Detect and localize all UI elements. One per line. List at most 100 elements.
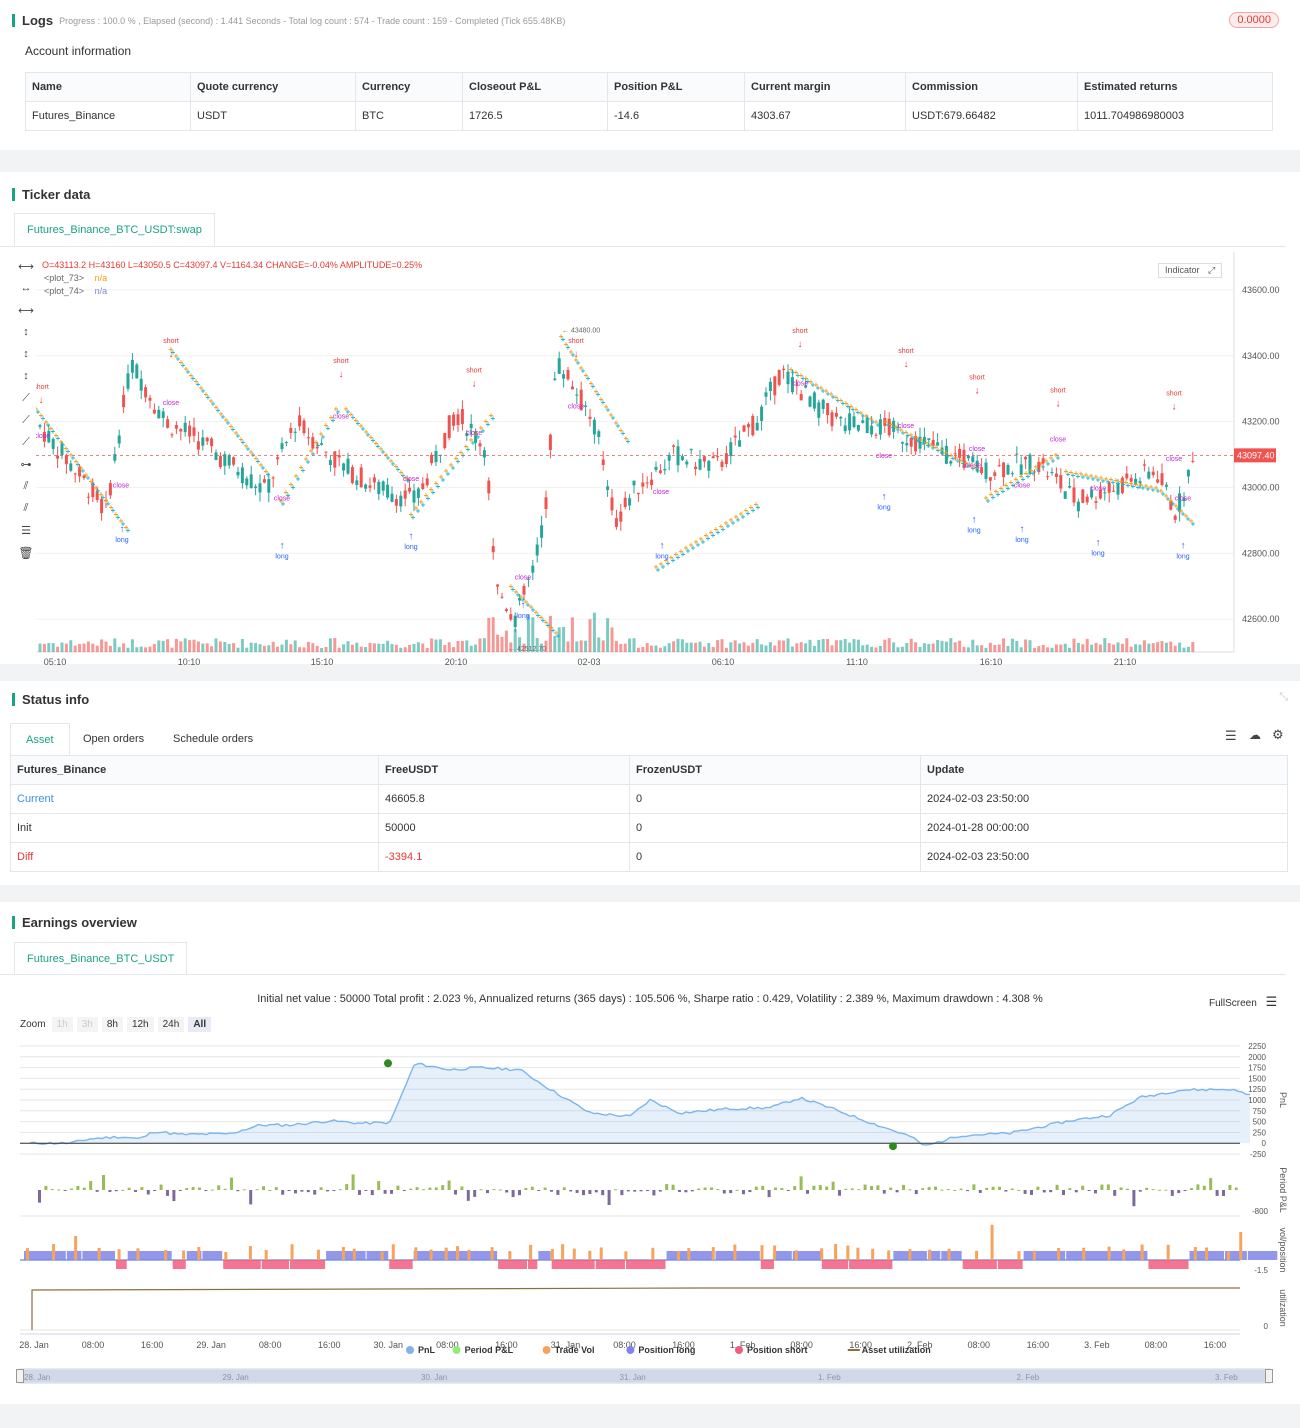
volume-bar: [1072, 638, 1076, 652]
candle-body: [1173, 515, 1177, 520]
period-pnl-bar: [242, 1189, 246, 1191]
candle-body: [223, 454, 227, 466]
trade-vol-bar: [550, 1248, 554, 1260]
gear-icon[interactable]: ⚙: [1272, 727, 1284, 743]
volume-bar: [808, 639, 812, 652]
trend-line-icon[interactable]: ⟷: [16, 304, 36, 326]
parallel-channel-icon[interactable]: ⫽: [16, 480, 36, 502]
indicator-button[interactable]: Indicator ⤢: [1158, 263, 1223, 278]
candle-body: [144, 387, 148, 398]
tab-asset[interactable]: Asset: [10, 723, 70, 756]
period-pnl-bar: [735, 1189, 739, 1191]
tab-earnings-symbol[interactable]: Futures_Binance_BTC_USDT: [14, 942, 188, 975]
candle-body: [782, 368, 786, 371]
volume-bar: [311, 643, 315, 652]
volume-bar: [760, 644, 764, 652]
line-tool-icon[interactable]: ⟋: [16, 392, 36, 414]
vertical-ray-icon[interactable]: ↕: [16, 348, 36, 370]
price-line-icon[interactable]: ⊶: [16, 458, 36, 480]
collapse-icon[interactable]: ⤡: [1279, 691, 1288, 704]
navigator-label: 3. Feb: [1215, 1373, 1238, 1382]
period-pnl-bar: [729, 1190, 733, 1194]
short-arrow-icon: ↓: [169, 349, 174, 360]
period-pnl-bar: [1042, 1190, 1046, 1193]
menu-icon[interactable]: ☰: [1266, 994, 1278, 1009]
zoom-1h[interactable]: 1h: [51, 1017, 73, 1032]
volume-bar: [390, 644, 394, 652]
period-pnl-bar: [857, 1189, 861, 1191]
time-tick-label: 16:10: [980, 657, 1003, 667]
period-pnl-bar: [428, 1187, 432, 1190]
pnl-tick-label: 500: [1253, 1118, 1267, 1127]
pnl-tick-label: 750: [1253, 1107, 1267, 1116]
fibonacci-icon[interactable]: ☰: [16, 524, 36, 546]
period-pnl-bar: [447, 1180, 451, 1190]
tab-schedule-orders[interactable]: Schedule orders: [161, 723, 265, 755]
ray-tool-icon[interactable]: ⟋: [16, 414, 36, 436]
period-pnl-bar: [626, 1190, 630, 1192]
time-tick-label: 16:00: [1204, 1340, 1227, 1350]
vertical-segment-icon[interactable]: ↕: [16, 370, 36, 392]
channel-icon[interactable]: ⫽: [16, 502, 36, 524]
candle-body: [601, 459, 605, 466]
period-pnl-bar: [1081, 1185, 1085, 1190]
volume-bar: [315, 645, 319, 652]
zoom-24h[interactable]: 24h: [157, 1017, 185, 1032]
volume-bar: [1120, 643, 1124, 652]
trash-icon[interactable]: 🗑: [16, 546, 36, 568]
candle-body: [729, 442, 733, 457]
candle-body: [993, 472, 997, 476]
volume-bar: [1068, 647, 1072, 652]
zoom-3h[interactable]: 3h: [76, 1017, 98, 1032]
candlestick-chart[interactable]: 43600.00 43400.00 43200.00 43000.00 42800.00…: [36, 252, 1300, 672]
period-pnl-bar: [1151, 1189, 1155, 1191]
tab-ticker-symbol[interactable]: Futures_Binance_BTC_USDT:swap: [14, 213, 215, 246]
time-tick-label: 10:10: [178, 657, 201, 667]
candle-body: [324, 451, 328, 453]
candle-body: [619, 511, 623, 522]
volume-bar: [95, 645, 99, 652]
table-row: Diff -3394.1 0 2024-02-03 23:50:00: [10, 842, 1288, 872]
short-signal-label: short: [333, 358, 349, 365]
period-pnl-bar: [383, 1190, 387, 1194]
candle-body: [412, 490, 416, 503]
period-pnl-bar: [364, 1190, 368, 1191]
short-arrow-icon: ↓: [39, 395, 44, 406]
segment-tool-icon[interactable]: ⟋: [16, 436, 36, 458]
candle-body: [227, 455, 231, 466]
zoom-8h[interactable]: 8h: [101, 1017, 123, 1032]
candle-body: [240, 467, 244, 484]
candle-body: [130, 359, 134, 373]
volume-bar: [786, 638, 790, 652]
time-tick-label: 15:10: [311, 657, 334, 667]
short-signal-label: short: [36, 384, 49, 391]
zoom-all[interactable]: All: [188, 1017, 212, 1032]
expand-icon[interactable]: ⤢: [1208, 265, 1215, 275]
candle-body: [988, 477, 992, 481]
table-row: Futures_Binance USDT BTC 1726.5 -14.6 43…: [25, 101, 1273, 131]
trade-vol-bar: [456, 1246, 460, 1260]
time-tick-label: 08:00: [82, 1340, 105, 1350]
horizontal-line-icon[interactable]: ↔: [16, 282, 36, 304]
list-icon[interactable]: ☰: [1225, 728, 1237, 744]
volume-bar: [768, 642, 772, 652]
fullscreen-button[interactable]: FullScreen ☰: [1209, 994, 1277, 1010]
candle-body: [174, 424, 178, 429]
volume-bar: [962, 646, 966, 652]
volume-bar: [302, 647, 306, 652]
earnings-chart[interactable]: 2250 2000 17501500 1250 1000 750 500250 0 -250 Pn…: [0, 1038, 1300, 1428]
vertical-line-icon[interactable]: ↕: [16, 326, 36, 348]
tab-open-orders[interactable]: Open orders: [71, 723, 156, 755]
period-pnl-bar: [838, 1190, 841, 1196]
cloud-download-icon[interactable]: ☁: [1249, 728, 1261, 742]
candle-body: [812, 392, 816, 409]
navigator-handle-right-icon[interactable]: [1265, 1369, 1273, 1383]
navigator-handle-left-icon[interactable]: [16, 1369, 24, 1383]
row-label-current[interactable]: Current: [10, 784, 379, 814]
horizontal-ray-icon[interactable]: ⟷: [16, 260, 36, 282]
zoom-12h[interactable]: 12h: [126, 1017, 154, 1032]
volume-bar: [152, 643, 156, 652]
volume-bar: [188, 640, 192, 652]
volume-bar: [848, 642, 852, 652]
long-signal-label: long: [655, 554, 668, 561]
